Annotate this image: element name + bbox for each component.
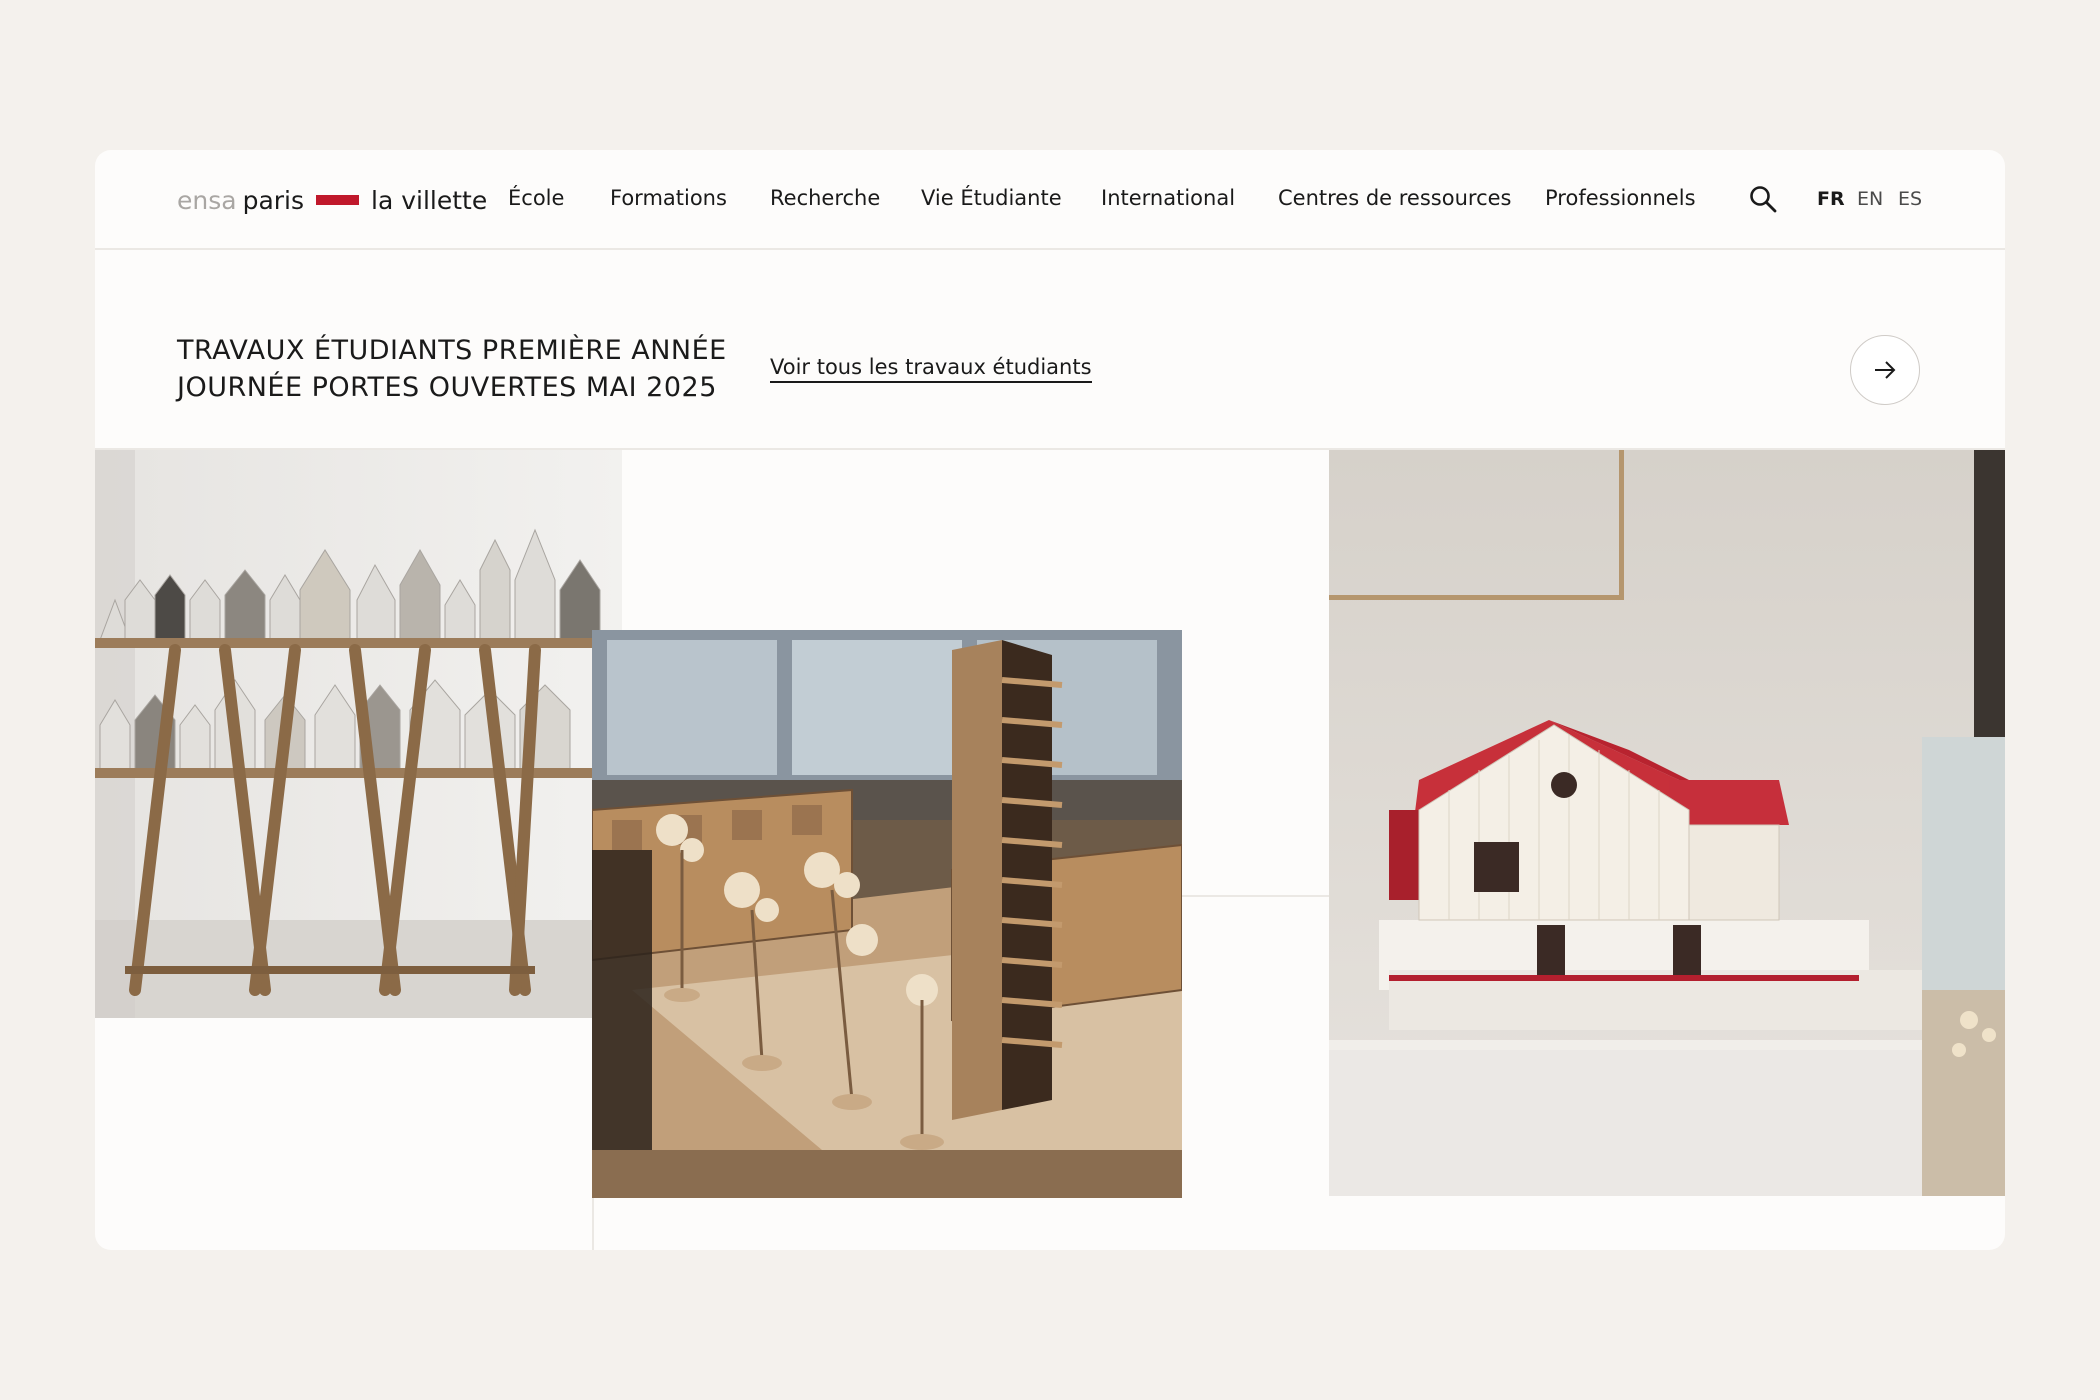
section-banner: TRAVAUX ÉTUDIANTS PREMIÈRE ANNÉE JOURNÉE… — [95, 250, 2005, 450]
top-navigation: ensa paris la villette École Formations … — [95, 150, 2005, 250]
image-gallery — [95, 450, 2005, 1250]
lang-en[interactable]: EN — [1857, 188, 1883, 210]
nav-item-centres-de-ressources[interactable]: Centres de ressources — [1278, 186, 1511, 210]
main-menu: École Formations Recherche Vie Étudiante… — [95, 150, 2005, 250]
nav-item-recherche[interactable]: Recherche — [770, 186, 880, 210]
page-card: ensa paris la villette École Formations … — [95, 150, 2005, 1250]
gallery-image-red-roof-house-model[interactable] — [1329, 450, 2005, 1196]
section-title-line1: TRAVAUX ÉTUDIANTS PREMIÈRE ANNÉE — [177, 335, 727, 366]
gallery-image-cardboard-urban-model[interactable] — [592, 630, 1182, 1198]
nav-item-ecole[interactable]: École — [508, 186, 564, 210]
lang-es[interactable]: ES — [1898, 188, 1922, 210]
search-icon[interactable] — [1748, 184, 1778, 214]
nav-item-international[interactable]: International — [1101, 186, 1235, 210]
gallery-image-house-models-shelves[interactable] — [95, 450, 622, 1018]
arrow-right-icon — [1875, 361, 1896, 379]
section-title: TRAVAUX ÉTUDIANTS PREMIÈRE ANNÉE JOURNÉE… — [177, 332, 727, 406]
see-all-works-link[interactable]: Voir tous les travaux étudiants — [770, 355, 1092, 383]
nav-item-vie-etudiante[interactable]: Vie Étudiante — [921, 186, 1062, 210]
nav-item-formations[interactable]: Formations — [610, 186, 727, 210]
lang-fr[interactable]: FR — [1817, 188, 1845, 210]
nav-item-professionnels[interactable]: Professionnels — [1545, 186, 1696, 210]
next-arrow-button[interactable] — [1850, 335, 1920, 405]
section-title-line2: JOURNÉE PORTES OUVERTES MAI 2025 — [177, 372, 717, 403]
